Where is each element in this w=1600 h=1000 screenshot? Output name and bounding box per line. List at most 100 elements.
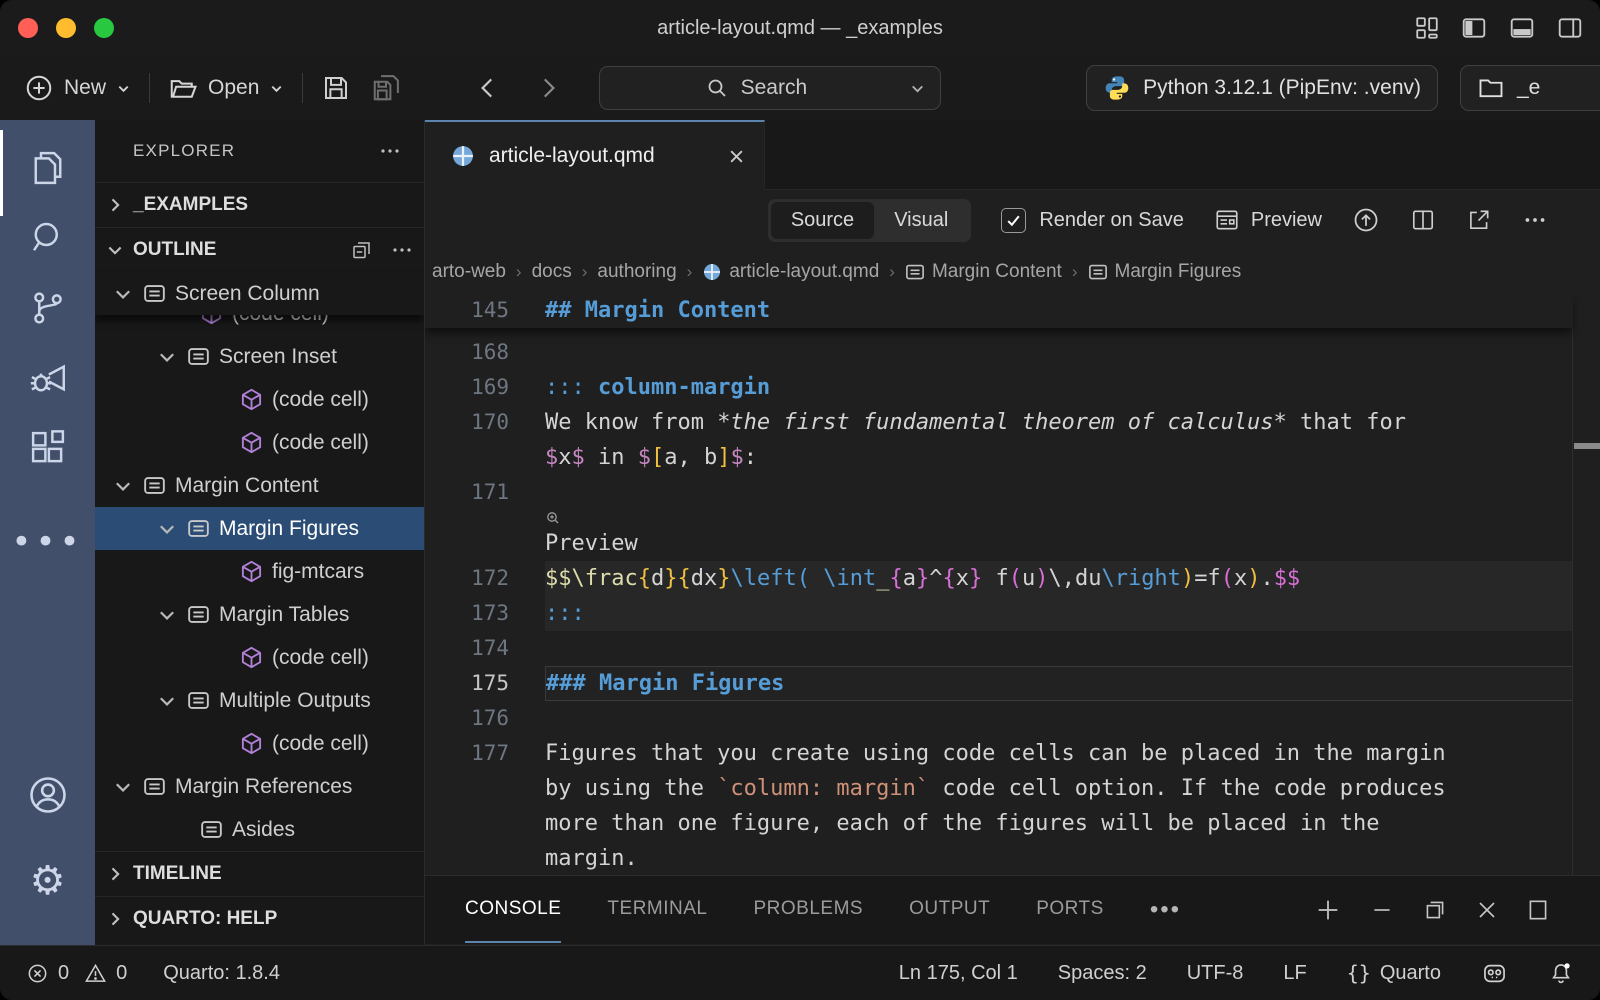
split-editor-icon[interactable] bbox=[1410, 207, 1436, 233]
panel-tab-output[interactable]: OUTPUT bbox=[909, 877, 990, 943]
panel-tab-problems[interactable]: PROBLEMS bbox=[754, 877, 864, 943]
panel-plus-icon[interactable] bbox=[1314, 896, 1342, 924]
settings-gear-icon[interactable]: ⚙ bbox=[30, 859, 66, 903]
overview-ruler[interactable] bbox=[1572, 293, 1600, 875]
encoding-status[interactable]: UTF-8 bbox=[1187, 962, 1244, 985]
visual-mode-button[interactable]: Visual bbox=[874, 202, 968, 239]
extensions-icon[interactable] bbox=[27, 426, 69, 470]
panel-minimize-icon[interactable] bbox=[1369, 897, 1395, 923]
chevron-down-icon[interactable] bbox=[112, 283, 134, 305]
panel-more-icon[interactable]: ••• bbox=[1150, 896, 1181, 924]
outline-item--code-cell-[interactable]: (code cell) bbox=[95, 421, 424, 464]
breadcrumb-item-margin-figures[interactable]: Margin Figures bbox=[1088, 261, 1242, 283]
section-examples[interactable]: _EXAMPLES bbox=[95, 182, 424, 227]
render-on-save-control[interactable]: Render on Save bbox=[1001, 208, 1184, 233]
toggle-right-panel-icon[interactable] bbox=[1556, 15, 1584, 41]
section-outline[interactable]: OUTLINE bbox=[95, 227, 424, 272]
assistant-button[interactable] bbox=[1481, 960, 1508, 987]
chevron-down-icon[interactable] bbox=[156, 690, 178, 712]
section-timeline[interactable]: TIMELINE bbox=[95, 851, 424, 896]
account-icon[interactable] bbox=[26, 773, 70, 817]
source-control-icon[interactable] bbox=[27, 286, 69, 330]
panel-tab-ports[interactable]: PORTS bbox=[1036, 877, 1104, 943]
explorer-icon[interactable] bbox=[27, 146, 69, 190]
run-debug-icon[interactable] bbox=[27, 356, 69, 400]
outline-item--code-cell-[interactable]: (code cell) bbox=[95, 722, 424, 765]
interpreter-selector[interactable]: Python 3.12.1 (PipEnv: .venv) bbox=[1086, 65, 1438, 111]
notifications-button[interactable] bbox=[1548, 960, 1574, 986]
source-mode-button[interactable]: Source bbox=[771, 202, 874, 239]
code-line-170[interactable]: 170We know from *the first fundamental t… bbox=[425, 405, 1573, 475]
code-line-177[interactable]: 177Figures that you create using code ce… bbox=[425, 736, 1573, 875]
search-input[interactable]: Search bbox=[599, 66, 941, 110]
outline-item-margin-tables[interactable]: Margin Tables bbox=[95, 593, 424, 636]
panel-maximize-icon[interactable] bbox=[1526, 897, 1550, 923]
navigate-back-button[interactable] bbox=[465, 69, 511, 107]
outline-item-multiple-outputs[interactable]: Multiple Outputs bbox=[95, 679, 424, 722]
code-line-171[interactable]: 171 bbox=[425, 475, 1573, 510]
outline-item--code-cell-[interactable]: (code cell) bbox=[95, 378, 424, 421]
code-line-172[interactable]: 172$$\frac{d}{dx}\left( \int_{a}^{x} f(u… bbox=[425, 561, 1573, 596]
code-editor[interactable]: 145## Margin Content168169::: column-mar… bbox=[425, 293, 1600, 875]
eol-status[interactable]: LF bbox=[1283, 962, 1306, 985]
explorer-more-icon[interactable] bbox=[378, 139, 402, 163]
breadcrumb-item-arto-web[interactable]: arto-web bbox=[432, 261, 506, 283]
more-views-icon[interactable]: ••• bbox=[11, 522, 83, 562]
code-line-174[interactable]: 174 bbox=[425, 631, 1573, 666]
workspace-folder-button[interactable]: _e bbox=[1460, 65, 1600, 111]
outline-more-icon[interactable] bbox=[390, 238, 414, 262]
breadcrumb-item-article-layout-qmd[interactable]: article-layout.qmd bbox=[702, 261, 879, 283]
minimize-window-button[interactable] bbox=[56, 18, 76, 38]
outline-item-screen-column[interactable]: Screen Column bbox=[95, 272, 424, 315]
close-window-button[interactable] bbox=[18, 18, 38, 38]
navigate-forward-button[interactable] bbox=[525, 69, 571, 107]
code-line-175[interactable]: 175### Margin Figures bbox=[425, 666, 1573, 701]
cursor-position-status[interactable]: Ln 175, Col 1 bbox=[899, 962, 1018, 985]
code-line-168[interactable]: 168 bbox=[425, 335, 1573, 370]
code-line-169[interactable]: 169::: column-margin bbox=[425, 370, 1573, 405]
new-button[interactable]: New bbox=[14, 67, 141, 109]
chevron-down-icon[interactable] bbox=[156, 346, 178, 368]
breadcrumb-item-docs[interactable]: docs bbox=[532, 261, 572, 283]
open-button[interactable]: Open bbox=[158, 67, 294, 109]
chevron-down-icon[interactable] bbox=[112, 776, 134, 798]
chevron-down-icon[interactable] bbox=[156, 604, 178, 626]
language-mode-status[interactable]: {} Quarto bbox=[1347, 961, 1441, 985]
outline-item-asides[interactable]: Asides bbox=[95, 808, 424, 851]
outline-item-margin-references[interactable]: Margin References bbox=[95, 765, 424, 808]
code-line-173[interactable]: 173::: bbox=[425, 596, 1573, 631]
outline-item--code-cell-[interactable]: (code cell) bbox=[95, 315, 424, 335]
code-line-176[interactable]: 176 bbox=[425, 701, 1573, 736]
open-in-new-window-icon[interactable] bbox=[1466, 207, 1492, 233]
outline-item-screen-inset[interactable]: Screen Inset bbox=[95, 335, 424, 378]
editor-more-actions-icon[interactable] bbox=[1522, 207, 1548, 233]
checkbox-checked-icon[interactable] bbox=[1001, 208, 1026, 233]
render-document-icon[interactable] bbox=[1352, 206, 1380, 234]
collapse-all-icon[interactable] bbox=[350, 238, 374, 262]
outline-item-margin-content[interactable]: Margin Content bbox=[95, 464, 424, 507]
indentation-status[interactable]: Spaces: 2 bbox=[1058, 962, 1147, 985]
quarto-version-status[interactable]: Quarto: 1.8.4 bbox=[163, 962, 280, 985]
section-quarto-help[interactable]: QUARTO: HELP bbox=[95, 896, 424, 941]
breadcrumb-item-authoring[interactable]: authoring bbox=[597, 261, 676, 283]
panel-tab-terminal[interactable]: TERMINAL bbox=[607, 877, 707, 943]
customize-layout-icon[interactable] bbox=[1414, 15, 1440, 41]
save-all-button[interactable] bbox=[361, 67, 411, 109]
chevron-down-icon[interactable] bbox=[112, 475, 134, 497]
outline-item--code-cell-[interactable]: (code cell) bbox=[95, 636, 424, 679]
toggle-bottom-panel-icon[interactable] bbox=[1508, 15, 1536, 41]
code-line-145[interactable]: 145## Margin Content bbox=[425, 293, 1573, 328]
close-tab-icon[interactable] bbox=[727, 147, 746, 166]
preview-lens-label[interactable]: Preview bbox=[545, 531, 638, 556]
chevron-down-icon[interactable] bbox=[156, 518, 178, 540]
search-view-icon[interactable] bbox=[27, 216, 69, 260]
tab-article-layout[interactable]: article-layout.qmd bbox=[425, 120, 765, 190]
outline-item-fig-mtcars[interactable]: fig-mtcars bbox=[95, 550, 424, 593]
panel-close-icon[interactable] bbox=[1475, 898, 1499, 922]
outline-item-margin-figures[interactable]: Margin Figures bbox=[95, 507, 424, 550]
codelens-row[interactable]: Preview bbox=[425, 510, 1573, 561]
chevron-down-icon[interactable] bbox=[909, 80, 926, 97]
zoom-window-button[interactable] bbox=[94, 18, 114, 38]
toggle-left-panel-icon[interactable] bbox=[1460, 15, 1488, 41]
save-button[interactable] bbox=[311, 67, 361, 109]
